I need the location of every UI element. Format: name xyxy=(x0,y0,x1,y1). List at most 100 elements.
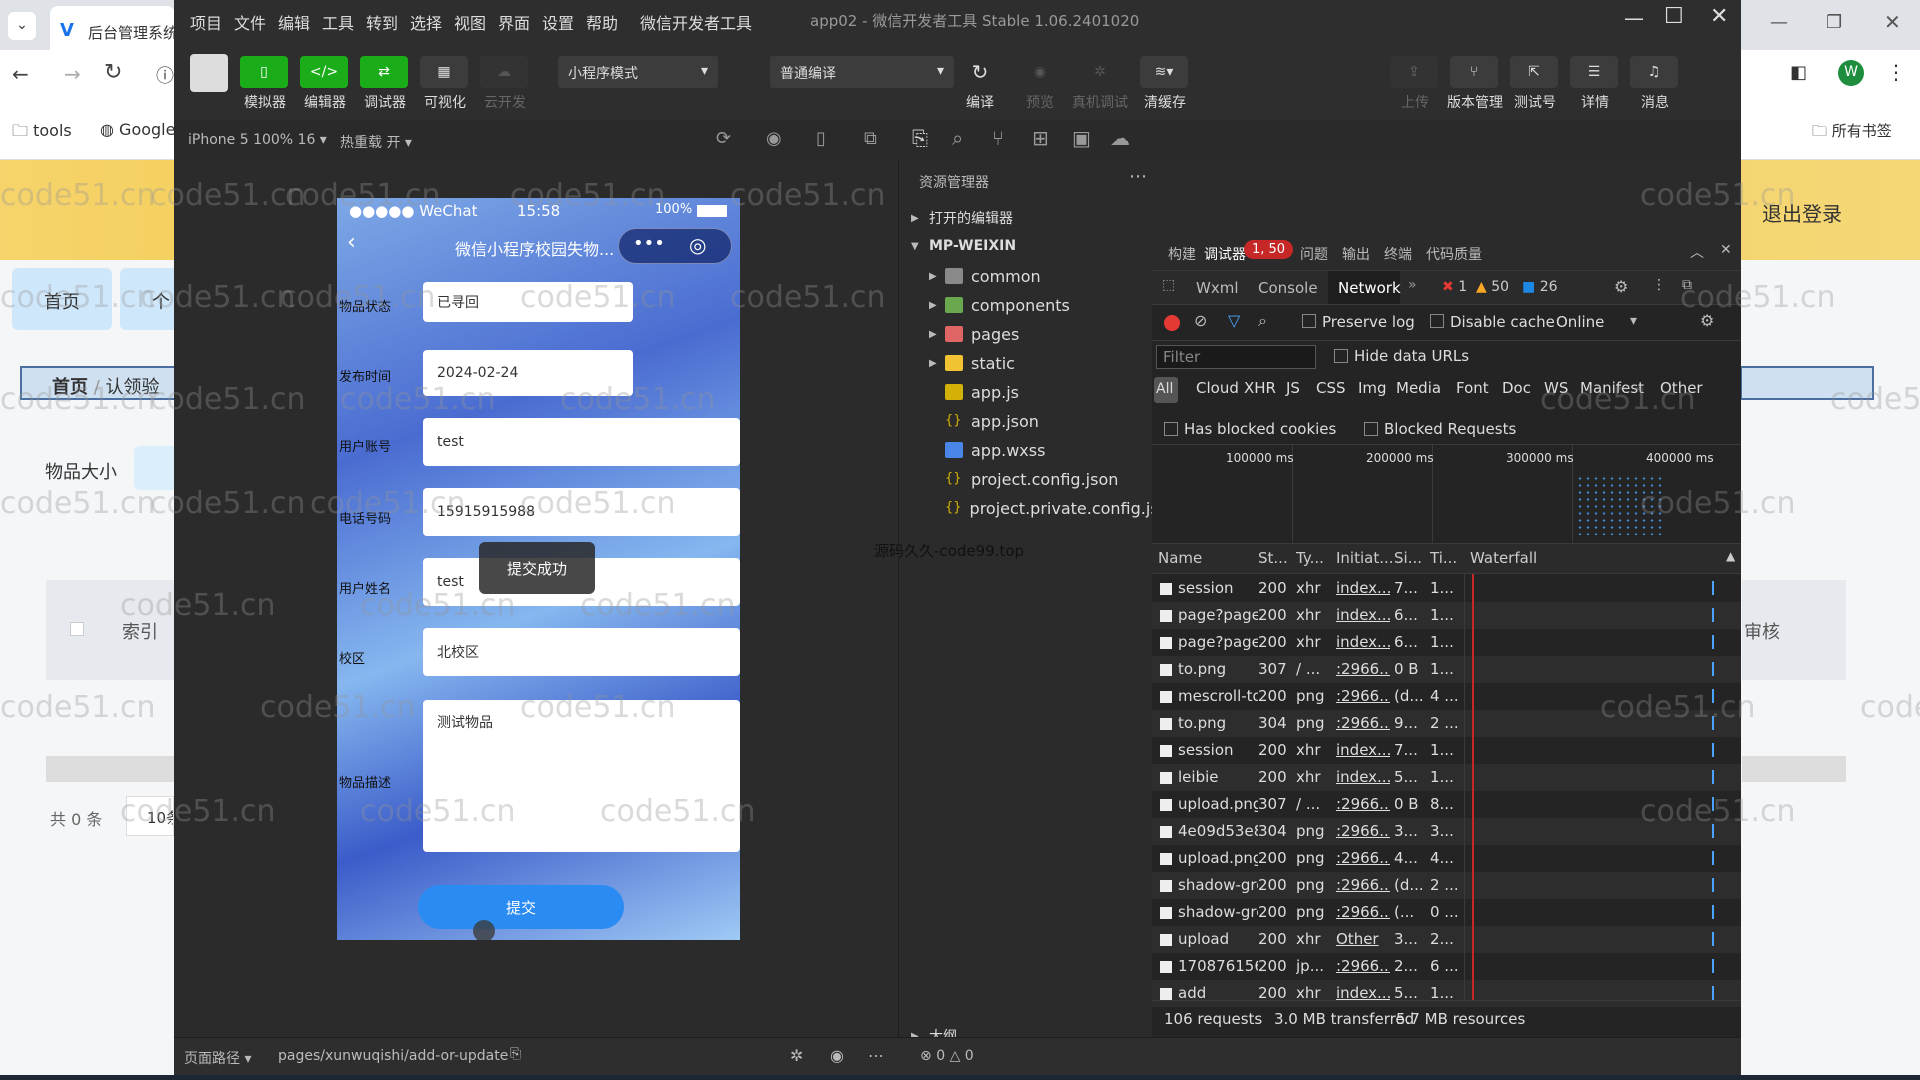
menu-settings[interactable]: 设置 xyxy=(542,10,574,34)
col-status[interactable]: St... xyxy=(1258,549,1288,567)
menu-select[interactable]: 选择 xyxy=(410,10,442,34)
compile-mode-select[interactable]: 普通编译 ▾ xyxy=(770,56,954,88)
type-cloud[interactable]: Cloud xyxy=(1196,379,1239,397)
cell-initiator[interactable]: index... xyxy=(1336,741,1390,759)
tree-item-project-private-config[interactable]: {} project.private.config.js... xyxy=(899,494,1167,522)
user-avatar[interactable] xyxy=(190,54,228,92)
cell-initiator[interactable]: :2966... xyxy=(1336,876,1390,894)
hot-reload-toggle[interactable]: 热重载 开 ▾ xyxy=(340,132,412,152)
more-icon[interactable]: ••• xyxy=(633,233,665,254)
table-row[interactable]: to.png 304 png:2966... 9... 2 ... xyxy=(1152,710,1741,737)
menu-help[interactable]: 帮助 xyxy=(586,10,618,34)
bookmark-tools[interactable]: 🗀 tools xyxy=(12,120,72,147)
account-input[interactable]: test xyxy=(423,418,740,466)
col-name[interactable]: Name xyxy=(1158,549,1202,567)
sidebar-icon[interactable]: ◧ xyxy=(1790,62,1807,83)
type-css[interactable]: CSS xyxy=(1316,379,1346,397)
type-img[interactable]: Img xyxy=(1358,379,1387,397)
collapse-icon[interactable]: ︿ xyxy=(1690,242,1704,262)
forward-icon[interactable]: → xyxy=(64,62,81,86)
tab-debugger[interactable]: 调试器 xyxy=(1204,244,1246,264)
table-row[interactable]: 4e09d53e8f...304png:2966...3...3... xyxy=(1152,818,1741,845)
record-icon[interactable]: ◉ xyxy=(766,128,782,149)
cell-initiator[interactable]: :2966... xyxy=(1336,660,1390,678)
phone-input[interactable]: 15915915988 xyxy=(423,488,740,536)
tree-item-app-js[interactable]: app.js xyxy=(899,378,1167,406)
filter-input[interactable] xyxy=(134,446,174,490)
preview-button[interactable]: ◉ xyxy=(1020,56,1060,88)
cell-initiator[interactable]: index... xyxy=(1336,579,1390,597)
type-xhr[interactable]: XHR xyxy=(1244,379,1276,397)
minimize-icon[interactable]: — xyxy=(1770,12,1788,33)
menu-goto[interactable]: 转到 xyxy=(366,10,398,34)
tab-network[interactable]: Network xyxy=(1328,271,1401,305)
page-path-select[interactable]: 页面路径 ▾ xyxy=(184,1048,251,1068)
clear-cache-button[interactable]: ≋▾ xyxy=(1140,56,1188,88)
tab-terminal[interactable]: 终端 xyxy=(1384,244,1412,264)
tree-item-common[interactable]: ▶ common xyxy=(899,262,1167,290)
cloud-button[interactable]: ☁ xyxy=(480,56,528,88)
table-row[interactable]: session 200 xhr index... 7... 1... xyxy=(1152,737,1741,764)
test-account-button[interactable]: ⇱ xyxy=(1510,56,1558,88)
tree-item-static[interactable]: ▶ static xyxy=(899,349,1167,377)
tab-build[interactable]: 构建 xyxy=(1168,244,1196,264)
popout-icon[interactable]: ⧉ xyxy=(864,128,877,149)
restore-icon[interactable]: ❐ xyxy=(1826,12,1842,33)
search-icon[interactable]: ⌕ xyxy=(952,126,963,150)
tab-search-icon[interactable]: ⌄ xyxy=(8,12,36,40)
throttle-select[interactable]: Online xyxy=(1556,313,1604,331)
debugger-toggle[interactable]: ⇄ xyxy=(360,56,408,88)
type-other[interactable]: Other xyxy=(1660,379,1703,397)
clear-icon[interactable]: ⊘ xyxy=(1194,311,1207,330)
device-select[interactable]: iPhone 5 100% 16 ▾ xyxy=(188,132,327,148)
bookmark-google[interactable]: ◍ Google xyxy=(100,120,175,139)
col-type[interactable]: Ty... xyxy=(1296,549,1324,567)
col-waterfall[interactable]: Waterfall xyxy=(1470,549,1537,567)
table-row[interactable]: session 200 xhr index... 7... 1... xyxy=(1152,575,1741,602)
tab-code-quality[interactable]: 代码质量 xyxy=(1426,244,1482,264)
version-button[interactable]: ⑂ xyxy=(1450,56,1498,88)
col-time[interactable]: Ti... xyxy=(1430,549,1457,567)
cell-initiator[interactable]: index... xyxy=(1336,768,1390,786)
table-row[interactable]: shadow-gre...200 png:2966...(... 0 ... xyxy=(1152,899,1741,926)
network-settings-icon[interactable]: ⚙ xyxy=(1700,311,1714,330)
preserve-log-checkbox[interactable] xyxy=(1302,314,1316,328)
eye-icon[interactable]: ◉ xyxy=(830,1046,844,1065)
menu-edit[interactable]: 编辑 xyxy=(278,10,310,34)
upload-button[interactable]: ⇪ xyxy=(1390,56,1438,88)
admin-home-button[interactable]: 首页 xyxy=(12,268,112,330)
more-tabs-icon[interactable]: » xyxy=(1408,277,1417,293)
menu-interface[interactable]: 界面 xyxy=(498,10,530,34)
compile-button[interactable]: ↻ xyxy=(960,56,1000,88)
blocked-requests-checkbox[interactable] xyxy=(1364,422,1378,436)
col-initiator[interactable]: Initiat... xyxy=(1336,549,1394,567)
tab-issues[interactable]: 问题 xyxy=(1300,244,1328,264)
tree-item-app-wxss[interactable]: app.wxss xyxy=(899,436,1167,464)
ide-close-icon[interactable]: ✕ xyxy=(1710,4,1728,29)
settings-icon[interactable]: ⚙ xyxy=(1614,277,1628,296)
table-row[interactable]: page?page...200 xhr index...6... 1... xyxy=(1152,602,1741,629)
messages-button[interactable]: ♫ xyxy=(1630,56,1678,88)
explorer-more-icon[interactable]: ⋯ xyxy=(1129,166,1147,187)
rotate-icon[interactable]: ⟳ xyxy=(716,128,731,149)
root-folder[interactable]: ▼ MP-WEIXIN xyxy=(899,232,1167,260)
reload-icon[interactable]: ↻ xyxy=(104,60,122,85)
sort-up-icon[interactable]: ▲ xyxy=(1726,549,1735,563)
type-js[interactable]: JS xyxy=(1286,379,1300,397)
ide-minimize-icon[interactable]: — xyxy=(1624,6,1644,30)
ide-maximize-icon[interactable]: ☐ xyxy=(1664,4,1684,29)
cell-initiator[interactable]: index... xyxy=(1336,633,1390,651)
mode-select[interactable]: 小程序模式 ▾ xyxy=(558,56,718,88)
simulator-toggle[interactable]: ▯ xyxy=(240,56,288,88)
type-ws[interactable]: WS xyxy=(1544,379,1568,397)
cell-initiator[interactable]: :2966... xyxy=(1336,849,1390,867)
files-icon[interactable]: ⎘ xyxy=(912,126,928,150)
cell-initiator[interactable]: index... xyxy=(1336,606,1390,624)
type-doc[interactable]: Doc xyxy=(1502,379,1531,397)
submit-button[interactable]: 提交 xyxy=(418,885,624,929)
cell-initiator[interactable]: :2966... xyxy=(1336,957,1390,975)
description-textarea[interactable]: 测试物品 xyxy=(423,700,740,852)
save-icon[interactable]: ▣ xyxy=(1072,126,1091,150)
table-row[interactable]: to.png 307 / ...:2966... 0 B 1... xyxy=(1152,656,1741,683)
cell-initiator[interactable]: :2966... xyxy=(1336,714,1390,732)
